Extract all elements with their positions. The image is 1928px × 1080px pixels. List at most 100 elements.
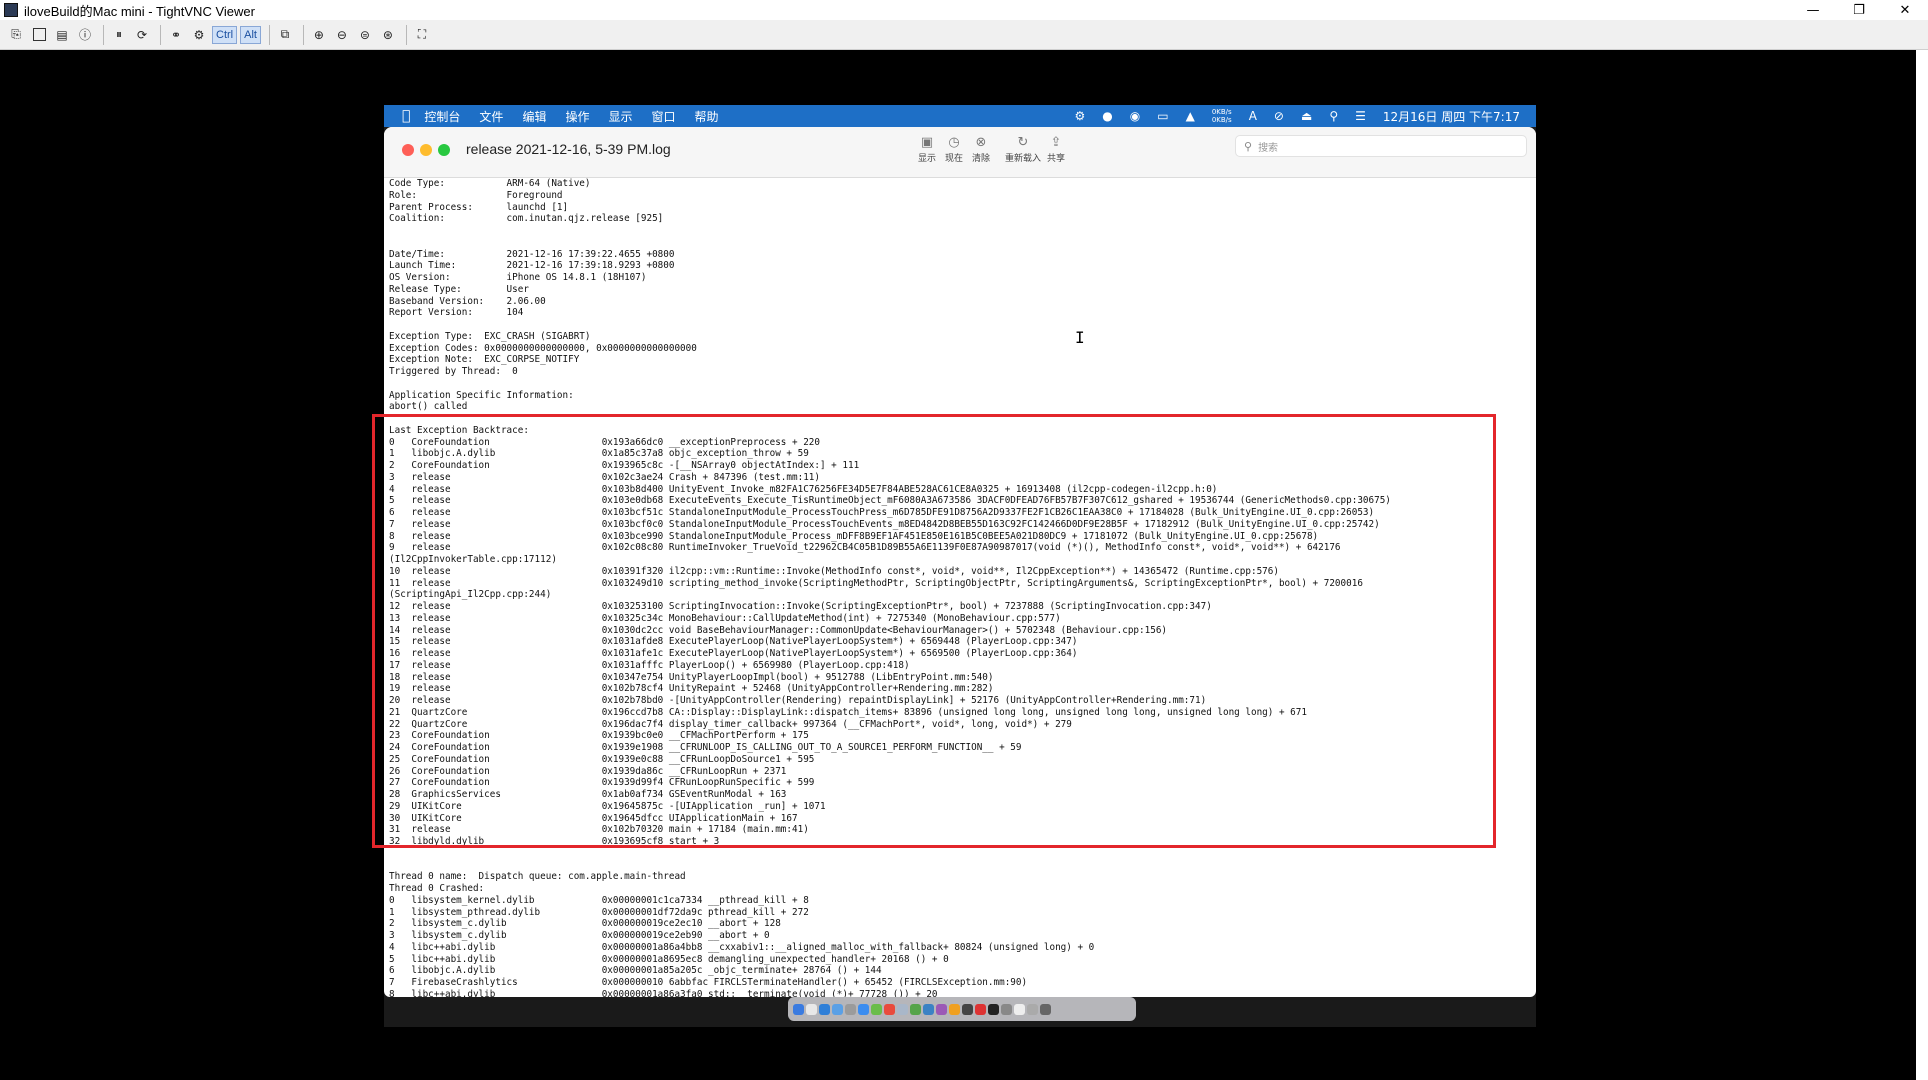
remote-screen[interactable]:  控制台 文件 编辑 操作 显示 窗口 帮助 ⚙ ● ◉ ▭ ▲ 0KB/s0…	[384, 105, 1536, 1027]
clock-icon: ◷	[948, 135, 960, 150]
log-line: 8 libc++abi.dylib 0x00000001a86a3fa0 std…	[389, 988, 938, 997]
text-cursor-icon: I	[1075, 328, 1085, 347]
search-field[interactable]: ⚲ 搜索	[1235, 135, 1527, 157]
pause-icon[interactable]: ⏸	[109, 25, 129, 45]
maximize-button[interactable]: ❐	[1836, 0, 1882, 20]
gear-status-icon[interactable]: ⚙	[1075, 109, 1086, 123]
log-line: Triggered by Thread: 0	[389, 366, 518, 377]
close-button[interactable]: ✕	[1882, 0, 1928, 20]
viewer-right-edge	[1916, 50, 1928, 1080]
log-line: Exception Note: EXC_CORPSE_NOTIFY	[389, 354, 580, 366]
dock-app-icon[interactable]	[1040, 1003, 1051, 1015]
share-button[interactable]: ⇪ 共享	[1047, 135, 1065, 164]
ctrl-key-button[interactable]: Ctrl	[212, 25, 238, 44]
menu-window[interactable]: 窗口	[651, 108, 675, 125]
dock-app-icon[interactable]	[832, 1003, 843, 1015]
wifi-off-icon[interactable]: ⊘	[1274, 109, 1284, 123]
dock-app-icon[interactable]	[845, 1003, 856, 1015]
options-icon[interactable]: ▤	[52, 25, 72, 45]
menu-action[interactable]: 操作	[565, 108, 589, 125]
control-center-icon[interactable]: ☰	[1355, 109, 1366, 123]
dock-app-icon[interactable]	[858, 1003, 869, 1015]
dock-app-icon[interactable]	[949, 1003, 960, 1015]
ctrl-alt-del-icon[interactable]: ⚭	[166, 25, 186, 45]
info-icon[interactable]: ⓘ	[75, 25, 95, 45]
menu-help[interactable]: 帮助	[695, 108, 719, 125]
log-line: Exception Codes: 0x0000000000000000, 0x0…	[389, 342, 697, 354]
log-line: 3 release 0x102c3ae24 Crash + 847396 (te…	[389, 471, 820, 483]
dock-app-icon[interactable]	[897, 1003, 908, 1015]
menu-edit[interactable]: 编辑	[522, 108, 546, 125]
save-icon[interactable]	[29, 25, 49, 45]
new-connection-icon[interactable]: ⎘	[6, 25, 26, 45]
share-icon: ⇪	[1050, 135, 1062, 150]
dock-app-icon[interactable]	[1014, 1003, 1025, 1015]
now-button[interactable]: ◷ 现在	[945, 135, 963, 164]
reload-button[interactable]: ↻ 重新载入	[1005, 135, 1041, 164]
menu-console[interactable]: 控制台	[424, 108, 460, 125]
log-line: Exception Type: EXC_CRASH (SIGABRT)	[389, 330, 591, 342]
log-line: 11 release 0x103249d10 scripting_method_…	[389, 577, 1363, 589]
show-button[interactable]: ▣ 显示	[918, 135, 936, 164]
log-line: Launch Time: 2021-12-16 17:39:18.9293 +0…	[389, 260, 675, 272]
log-line: 30 UIKitCore 0x19645dfcc UIApplicationMa…	[389, 812, 798, 824]
dock-app-icon[interactable]	[975, 1003, 986, 1015]
log-line: Coalition: com.inutan.qjz.release [925]	[389, 213, 664, 225]
dock-app-icon[interactable]	[1001, 1003, 1012, 1015]
dock-app-icon[interactable]	[884, 1003, 895, 1015]
log-line: OS Version: iPhone OS 14.8.1 (18H107)	[389, 272, 647, 283]
log-line: 20 release 0x102b78bd0 -[UnityAppControl…	[389, 695, 1207, 706]
minimize-window-button[interactable]	[420, 144, 432, 156]
log-line: 29 UIKitCore 0x19645875c -[UIApplication…	[389, 800, 826, 812]
apple-menu-icon[interactable]: 	[402, 108, 410, 124]
dock-app-icon[interactable]	[962, 1003, 973, 1015]
zoom-100-icon[interactable]: ⊜	[355, 25, 375, 45]
alt-key-button[interactable]: Alt	[240, 25, 261, 44]
sync-status-icon[interactable]: ◉	[1130, 109, 1140, 123]
zoom-window-button[interactable]	[438, 144, 450, 156]
close-window-button[interactable]	[402, 144, 414, 156]
log-line: 28 GraphicsServices 0x1ab0af734 GSEventR…	[389, 789, 787, 800]
log-line: 22 QuartzCore 0x196dac7f4 display_timer_…	[389, 718, 1072, 730]
clear-icon: ⊗	[975, 135, 987, 150]
dock-app-icon[interactable]	[988, 1003, 999, 1015]
dock-app-icon[interactable]	[793, 1003, 804, 1015]
fullscreen-icon[interactable]: ⛶	[412, 25, 432, 45]
dock-app-icon[interactable]	[806, 1003, 817, 1015]
log-line: 5 libc++abi.dylib 0x00000001a8695ec8 dem…	[389, 953, 949, 965]
clipboard-icon[interactable]: ⧉	[275, 25, 295, 45]
log-line: 9 release 0x102c08c80 RuntimeInvoker_Tru…	[389, 542, 1341, 554]
log-line: 19 release 0x102b78cf4 UnityRepaint + 52…	[389, 683, 994, 695]
tightvnc-app-icon	[4, 3, 18, 17]
menu-view[interactable]: 显示	[608, 108, 632, 125]
display-status-icon[interactable]: ▭	[1157, 109, 1168, 123]
clear-button[interactable]: ⊗ 清除	[972, 135, 990, 164]
dock-app-icon[interactable]	[819, 1003, 830, 1015]
zoom-in-icon[interactable]: ⊕	[309, 25, 329, 45]
reload-label: 重新载入	[1005, 154, 1042, 164]
minimize-button[interactable]: —	[1790, 0, 1836, 20]
log-line: (ScriptingApi_Il2Cpp.cpp:244)	[389, 589, 552, 601]
eject-icon[interactable]: ⏏	[1301, 109, 1312, 123]
spotlight-icon[interactable]: ⚲	[1329, 109, 1338, 123]
input-method-icon[interactable]: A	[1249, 109, 1257, 123]
refresh-icon[interactable]: ⟳	[132, 25, 152, 45]
menu-file[interactable]: 文件	[479, 108, 503, 125]
log-line: Thread 0 name: Dispatch queue: com.apple…	[389, 871, 686, 883]
log-line: 6 libobjc.A.dylib 0x00000001a85a205c _ob…	[389, 965, 882, 977]
win-key-icon[interactable]: ⚙	[189, 25, 209, 45]
dock-app-icon[interactable]	[1027, 1003, 1038, 1015]
menubar-clock[interactable]: 12月16日 周四 下午7:17	[1383, 108, 1520, 125]
net-down: 0KB/s	[1211, 116, 1232, 124]
bell-status-icon[interactable]: ▲	[1186, 109, 1195, 123]
network-speed: 0KB/s 0KB/s	[1212, 108, 1232, 124]
zoom-out-icon[interactable]: ⊖	[332, 25, 352, 45]
dock-app-icon[interactable]	[936, 1003, 947, 1015]
zoom-fit-icon[interactable]: ⊛	[378, 25, 398, 45]
dock-app-icon[interactable]	[923, 1003, 934, 1015]
dock-app-icon[interactable]	[910, 1003, 921, 1015]
log-content[interactable]: Code Type: ARM-64 (Native) Role: Foregrou…	[384, 178, 1536, 997]
app-status-icon[interactable]: ●	[1102, 109, 1112, 123]
dock-app-icon[interactable]	[871, 1003, 882, 1015]
